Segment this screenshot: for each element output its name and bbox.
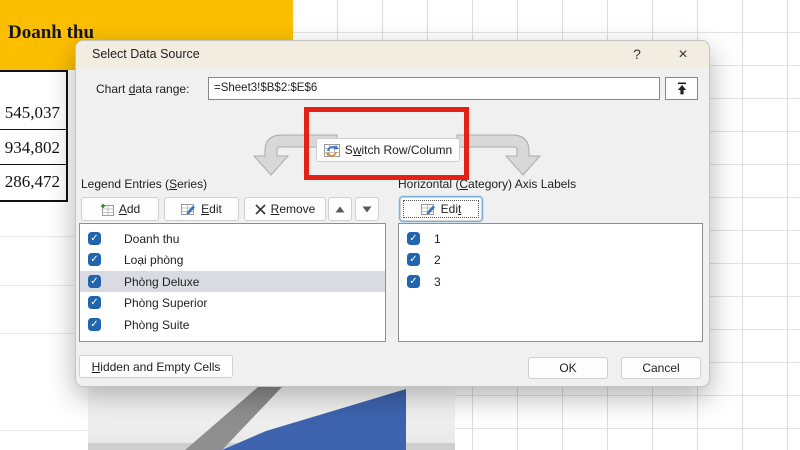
sheet-cell-value: 545,037 — [4, 103, 60, 122]
checkbox-checked-icon[interactable] — [407, 232, 420, 245]
arrow-up-icon — [335, 206, 345, 212]
add-series-button[interactable]: Add — [81, 197, 159, 221]
red-highlight-annotation — [304, 107, 469, 180]
series-row-loai-phong[interactable]: Loại phòng — [80, 249, 385, 270]
checkbox-checked-icon[interactable] — [407, 253, 420, 266]
series-label: Loại phòng — [124, 252, 184, 267]
checkbox-checked-icon[interactable] — [88, 275, 101, 288]
arrow-down-icon — [362, 206, 372, 212]
checkbox-checked-icon[interactable] — [88, 318, 101, 331]
series-row-phong-suite[interactable]: Phòng Suite — [80, 314, 385, 335]
axis-edit-button-label: Edit — [440, 202, 462, 216]
move-series-down-button[interactable] — [355, 197, 379, 221]
sheet-gridline — [0, 333, 74, 334]
series-row-phong-deluxe-selected[interactable]: Phòng Deluxe — [80, 271, 385, 292]
sheet-cell-value: 286,472 — [4, 172, 60, 191]
pyramid-chart-fragment — [185, 387, 406, 450]
collapse-dialog-button[interactable] — [665, 77, 698, 100]
legend-series-list[interactable]: Doanh thu Loại phòng Phòng Deluxe Phòng … — [79, 223, 386, 342]
sheet-cell-value: 934,802 — [4, 138, 60, 157]
table-gridline — [0, 164, 66, 165]
remove-button-label: Remove — [270, 202, 316, 216]
checkbox-checked-icon[interactable] — [88, 296, 101, 309]
axis-label-value: 3 — [434, 274, 441, 289]
sheet-gridline — [0, 285, 74, 286]
chart-data-range-label: Chart data range: — [96, 82, 190, 96]
checkbox-checked-icon[interactable] — [88, 253, 101, 266]
axis-label-value: 2 — [434, 252, 441, 267]
remove-series-button[interactable]: Remove — [244, 197, 326, 221]
axis-label-value: 1 — [434, 231, 441, 246]
add-button-label: Add — [118, 202, 141, 216]
axis-labels-list[interactable]: 1 2 3 — [398, 223, 703, 342]
series-row-doanh-thu[interactable]: Doanh thu — [80, 228, 385, 249]
series-label: Phòng Deluxe — [124, 274, 200, 289]
series-label: Phòng Suite — [124, 317, 190, 332]
series-label: Phòng Superior — [124, 295, 208, 310]
series-label: Doanh thu — [124, 231, 180, 246]
help-icon[interactable]: ? — [626, 44, 648, 65]
axis-label-row-1[interactable]: 1 — [399, 228, 702, 249]
screenshot-root: { "background": { "header_text": "Doanh … — [0, 0, 800, 450]
axis-label-row-2[interactable]: 2 — [399, 249, 702, 270]
axis-label-row-3[interactable]: 3 — [399, 271, 702, 292]
sheet-gridline — [0, 236, 74, 237]
edit-table-icon — [181, 203, 196, 215]
ok-button[interactable]: OK — [528, 357, 608, 379]
move-series-up-button[interactable] — [328, 197, 352, 221]
close-icon[interactable]: × — [672, 44, 694, 65]
hidden-cells-label: Hidden and Empty Cells — [91, 359, 221, 374]
select-data-source-dialog: Select Data Source ? × Chart data range:… — [75, 40, 710, 387]
cancel-button[interactable]: Cancel — [621, 357, 701, 379]
edit-series-button[interactable]: Edit — [164, 197, 239, 221]
edit-table-icon — [420, 203, 435, 215]
range-select-arrow-icon — [677, 82, 686, 95]
remove-x-icon — [255, 203, 266, 215]
edit-axis-labels-button[interactable]: Edit — [399, 196, 483, 222]
dialog-title: Select Data Source — [92, 47, 200, 61]
checkbox-checked-icon[interactable] — [407, 275, 420, 288]
series-row-phong-superior[interactable]: Phòng Superior — [80, 292, 385, 313]
sheet-gridline — [0, 430, 88, 431]
table-gridline — [0, 129, 66, 130]
edit-button-label: Edit — [201, 202, 222, 216]
chart-data-range-input[interactable]: =Sheet3!$B$2:$E$6 — [208, 77, 660, 100]
arrow-down-right-icon — [456, 134, 542, 176]
legend-entries-label: Legend Entries (Series) — [81, 177, 208, 191]
hidden-and-empty-cells-button[interactable]: Hidden and Empty Cells — [79, 355, 233, 378]
checkbox-checked-icon[interactable] — [88, 232, 101, 245]
add-table-icon — [100, 204, 114, 216]
